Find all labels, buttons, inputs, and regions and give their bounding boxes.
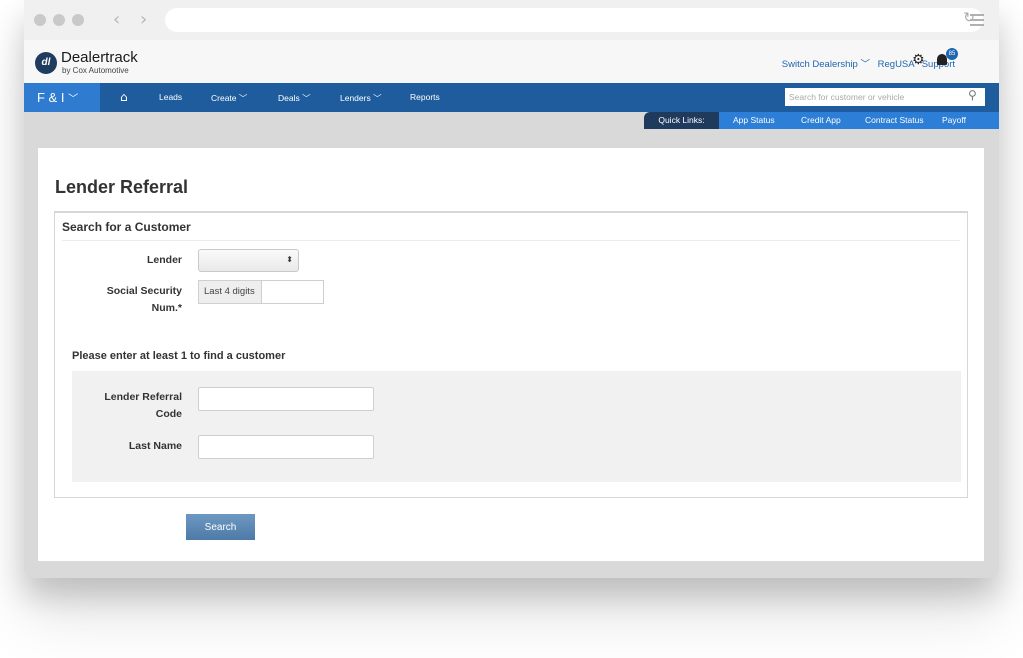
zoom-dot[interactable] (72, 14, 84, 26)
lender-label: Lender (146, 254, 182, 266)
dealertrack-logo-icon[interactable]: dl (35, 52, 57, 74)
global-search-input[interactable] (785, 88, 985, 106)
panel-title: Search for a Customer (62, 220, 191, 234)
ssn-input[interactable] (261, 280, 324, 304)
ssn-label: Social Security Num.* (106, 285, 182, 314)
ssn-addon: Last 4 digits (198, 280, 262, 304)
referral-code-input[interactable] (198, 387, 374, 411)
gear-icon[interactable]: ⚙ (912, 52, 925, 68)
quicklink-payoff[interactable]: Payoff (942, 112, 966, 129)
quick-links-label: Quick Links: (644, 112, 719, 129)
menu-icon[interactable] (970, 14, 984, 29)
notification-badge: 85 (946, 48, 958, 60)
last-name-label: Last Name (128, 440, 182, 452)
main-nav: F & I ﹀ ⌂ Leads Create ﹀ Deals ﹀ Lenders… (24, 83, 999, 112)
back-arrow-icon[interactable]: ‹ (113, 9, 120, 30)
nav-create[interactable]: Create ﹀ (211, 92, 247, 104)
top-links: Switch Dealership ﹀ RegUSA Support (777, 56, 955, 70)
lender-select[interactable]: ⬍ (198, 249, 299, 272)
home-icon[interactable]: ⌂ (120, 90, 128, 104)
page-title: Lender Referral (55, 177, 189, 197)
quicklink-contract-status[interactable]: Contract Status (865, 112, 924, 129)
brand-name[interactable]: Dealertrack (61, 49, 138, 66)
last-name-input[interactable] (198, 435, 374, 459)
nav-reports[interactable]: Reports (410, 92, 440, 102)
chevron-down-icon: ﹀ (860, 59, 870, 70)
switch-dealership-link[interactable]: Switch Dealership ﹀ (782, 59, 870, 70)
divider (62, 240, 960, 241)
nav-leads[interactable]: Leads (159, 92, 182, 102)
chevron-down-icon: ﹀ (68, 94, 79, 105)
close-dot[interactable] (34, 14, 46, 26)
module-switcher[interactable]: F & I ﹀ (24, 83, 100, 112)
regusa-link[interactable]: RegUSA (878, 59, 914, 70)
nav-lenders[interactable]: Lenders ﹀ (340, 92, 382, 104)
quicklink-app-status[interactable]: App Status (733, 112, 775, 129)
quicklink-credit-app[interactable]: Credit App (801, 112, 841, 129)
browser-chrome: ‹ › ↻ (24, 0, 999, 40)
main-content: Lender Referral Search for a Customer Le… (38, 148, 984, 561)
chevron-down-icon: ﹀ (373, 93, 382, 103)
search-button[interactable]: Search (186, 514, 255, 540)
chevron-down-icon: ﹀ (302, 93, 311, 103)
address-bar[interactable]: ↻ (165, 8, 983, 32)
search-icon[interactable]: ⚲ (968, 88, 977, 102)
search-hint: Please enter at least 1 to find a custom… (72, 350, 286, 362)
brand-subtitle: by Cox Automotive (62, 66, 129, 75)
chevron-down-icon: ﹀ (238, 93, 248, 103)
quick-links-bar: Quick Links: App Status Credit App Contr… (24, 112, 999, 129)
search-panel: Search for a Customer Lender ⬍ Social Se… (54, 211, 968, 498)
optional-criteria-box: Lender Referral Code Last Name (72, 371, 961, 482)
browser-window: ‹ › ↻ dl Dealertrack by Cox Automotive S… (24, 0, 999, 578)
minimize-dot[interactable] (53, 14, 65, 26)
nav-deals[interactable]: Deals ﹀ (278, 92, 311, 104)
brand-bar: dl Dealertrack by Cox Automotive Switch … (24, 40, 999, 83)
referral-code-label: Lender Referral Code (104, 391, 182, 420)
forward-arrow-icon[interactable]: › (140, 9, 147, 30)
select-arrows-icon: ⬍ (286, 255, 293, 264)
